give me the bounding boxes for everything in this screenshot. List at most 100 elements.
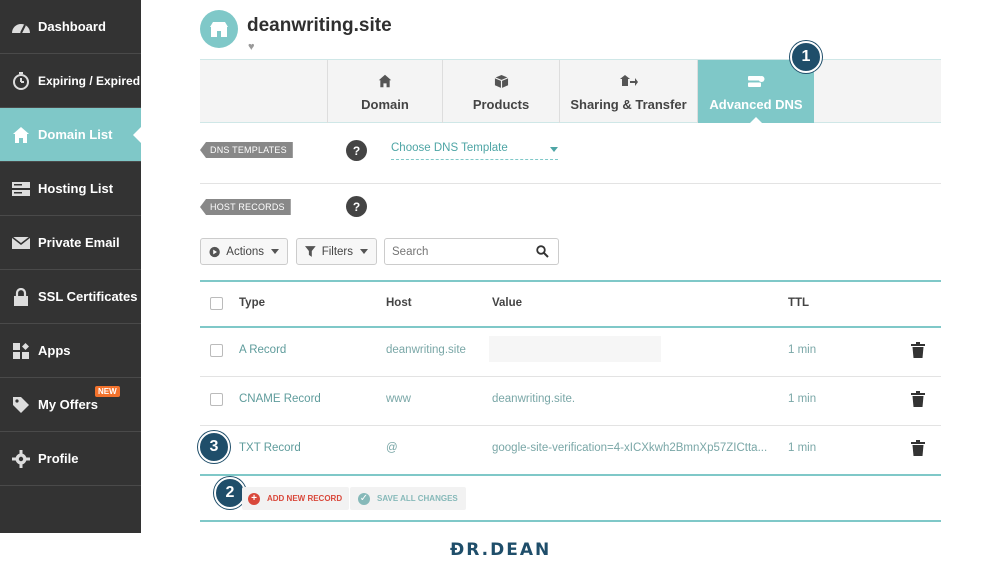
help-icon[interactable]: ? [346, 140, 367, 161]
trash-icon[interactable] [911, 391, 925, 407]
speedometer-icon [10, 16, 32, 38]
actions-label: Actions [226, 245, 264, 258]
sidebar-item-hosting-list[interactable]: Hosting List [0, 162, 141, 216]
tab-bar: Domain Products Sharing & Transfer Advan… [200, 59, 941, 123]
dns-templates-label: DNS TEMPLATES [200, 142, 293, 158]
record-ttl[interactable]: 1 min [788, 393, 816, 405]
page: Dashboard Expiring / Expired Domain List… [0, 0, 1000, 573]
col-header-type: Type [239, 297, 265, 309]
server-icon [10, 178, 32, 200]
chevron-down-icon [271, 249, 279, 254]
sidebar-item-apps[interactable]: Apps [0, 324, 141, 378]
save-all-changes-button[interactable]: ✓ SAVE ALL CHANGES [350, 487, 466, 510]
table-top-border [200, 280, 941, 282]
col-header-value: Value [492, 297, 523, 309]
tag-icon [10, 394, 32, 416]
dns-icon [747, 71, 765, 91]
trash-icon[interactable] [911, 440, 925, 456]
sidebar-item-label: Private Email [38, 235, 120, 250]
table-header-border [200, 326, 941, 328]
record-host[interactable]: deanwriting.site [386, 344, 466, 356]
step-badge-1: 1 [790, 41, 822, 73]
record-host[interactable]: www [386, 393, 411, 405]
sidebar-item-private-email[interactable]: Private Email [0, 216, 141, 270]
sidebar-item-label: Expiring / Expired [38, 73, 141, 88]
row-checkbox[interactable] [210, 393, 223, 406]
box-icon [494, 71, 509, 91]
sidebar-item-label: SSL Certificates [38, 289, 138, 304]
host-records-label: HOST RECORDS [200, 199, 291, 215]
col-header-host: Host [386, 297, 412, 309]
plus-icon: + [248, 492, 260, 505]
apps-icon [10, 340, 32, 362]
row-divider [200, 425, 941, 426]
tab-label: Sharing & Transfer [570, 97, 687, 112]
check-icon: ✓ [358, 492, 370, 505]
page-title: deanwriting.site [247, 15, 392, 36]
sidebar-item-profile[interactable]: Profile [0, 432, 141, 486]
tab-label: Products [472, 97, 530, 112]
record-value-redacted[interactable] [489, 336, 661, 362]
sidebar: Dashboard Expiring / Expired Domain List… [0, 0, 141, 533]
play-icon [209, 246, 220, 257]
filters-label: Filters [321, 245, 353, 258]
tab-label: Advanced DNS [709, 97, 803, 112]
sidebar-item-my-offers[interactable]: My Offers NEW [0, 378, 141, 432]
add-record-label: ADD NEW RECORD [267, 494, 343, 503]
row-checkbox[interactable] [210, 344, 223, 357]
record-ttl[interactable]: 1 min [788, 344, 816, 356]
sidebar-item-label: Profile [38, 451, 79, 466]
tab-domain[interactable]: Domain [327, 60, 442, 123]
tab-sharing-transfer[interactable]: Sharing & Transfer [559, 60, 697, 123]
sidebar-item-label: Domain List [38, 127, 113, 142]
actions-button[interactable]: Actions [200, 238, 288, 265]
sidebar-item-label: Dashboard [38, 19, 106, 34]
tab-products[interactable]: Products [442, 60, 559, 123]
home-icon [378, 71, 392, 91]
select-all-checkbox[interactable] [210, 297, 223, 310]
heart-icon[interactable]: ♥ [248, 41, 255, 53]
timer-icon [10, 70, 32, 92]
record-value[interactable]: deanwriting.site. [492, 393, 575, 405]
footer-border [200, 520, 941, 522]
table-bottom-border [200, 474, 941, 476]
site-avatar [200, 10, 238, 48]
step-badge-3: 3 [198, 431, 230, 463]
row-divider [200, 376, 941, 377]
dns-template-select[interactable]: Choose DNS Template [391, 142, 558, 160]
record-type[interactable]: TXT Record [239, 442, 301, 454]
filters-button[interactable]: Filters [296, 238, 377, 265]
home-icon [10, 124, 32, 146]
record-host[interactable]: @ [386, 442, 398, 454]
sidebar-item-label: Hosting List [38, 181, 114, 196]
gear-icon [10, 448, 32, 470]
save-changes-label: SAVE ALL CHANGES [377, 494, 458, 503]
divider [200, 183, 941, 184]
new-badge: NEW [95, 386, 120, 397]
dns-template-value: Choose DNS Template [391, 142, 508, 154]
add-new-record-button[interactable]: + ADD NEW RECORD [242, 487, 350, 510]
search-icon[interactable] [536, 245, 549, 258]
chevron-down-icon [550, 147, 558, 152]
trash-icon[interactable] [911, 342, 925, 358]
envelope-icon [10, 232, 32, 254]
help-icon[interactable]: ? [346, 196, 367, 217]
brand-logo: ÐR.DEAN [450, 540, 552, 560]
tab-label: Domain [361, 97, 409, 112]
col-header-ttl: TTL [788, 297, 810, 309]
sidebar-item-domain-list[interactable]: Domain List [0, 108, 141, 162]
store-icon [210, 22, 228, 37]
record-value[interactable]: google-site-verification=4-xICXkwh2BmnXp… [492, 442, 767, 454]
search-input[interactable] [384, 238, 559, 265]
chevron-down-icon [360, 249, 368, 254]
sidebar-item-expiring[interactable]: Expiring / Expired [0, 54, 141, 108]
record-type[interactable]: A Record [239, 344, 286, 356]
share-icon [619, 71, 638, 91]
sidebar-item-label: My Offers [38, 397, 98, 412]
record-ttl[interactable]: 1 min [788, 442, 816, 454]
sidebar-item-ssl[interactable]: SSL Certificates [0, 270, 141, 324]
sidebar-item-dashboard[interactable]: Dashboard [0, 0, 141, 54]
record-type[interactable]: CNAME Record [239, 393, 321, 405]
sidebar-item-label: Apps [38, 343, 71, 358]
filter-icon [305, 246, 316, 257]
